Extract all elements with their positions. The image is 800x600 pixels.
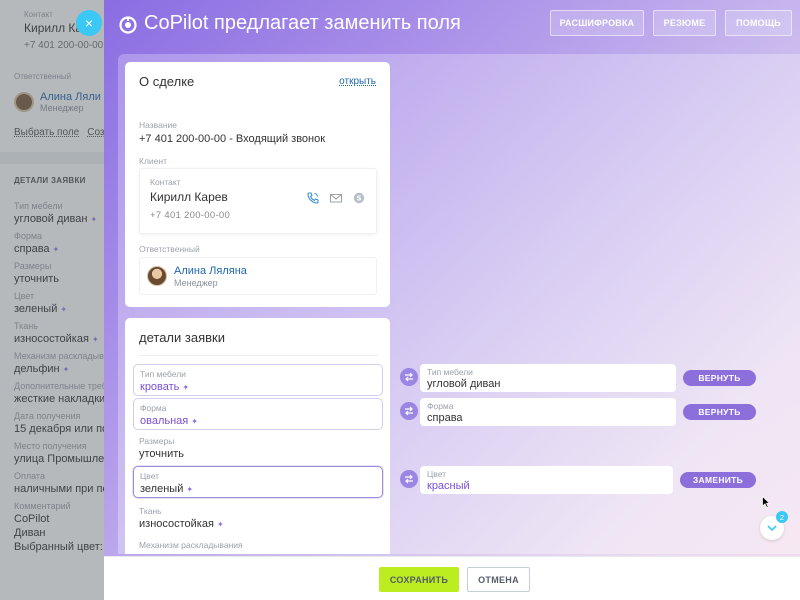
revert-button[interactable]: ВЕРНУТЬ	[683, 370, 756, 386]
summary-button[interactable]: РЕЗЮМЕ	[653, 10, 716, 36]
phone-icon[interactable]	[306, 191, 320, 205]
field-shape[interactable]: Форма овальная ✦	[133, 398, 383, 430]
suggestion-value: угловой диван	[427, 378, 501, 390]
suggestion-value: красный	[427, 480, 470, 492]
field-value: кровать ✦	[140, 381, 190, 393]
suggestion-furniture-type: Тип мебели угловой диван	[420, 364, 676, 392]
notification-badge: 2	[776, 511, 788, 523]
responsible-label: Ответственный	[139, 244, 200, 254]
swap-icon[interactable]	[400, 470, 418, 488]
field-color[interactable]: Цвет зеленый ✦	[133, 466, 383, 498]
transcript-button[interactable]: РАСШИФРОВКА	[550, 10, 644, 36]
mail-icon[interactable]	[329, 191, 343, 205]
responsible-role: Менеджер	[174, 277, 218, 288]
chevron-down-icon	[767, 525, 777, 532]
svg-text:S: S	[356, 195, 361, 203]
help-button[interactable]: ПОМОЩЬ	[725, 10, 792, 36]
field-value: зеленый ✦	[140, 483, 194, 495]
field-value: овальная ✦	[140, 415, 198, 427]
panel-header: CoPilot предлагает заменить поля РАСШИФР…	[104, 0, 800, 52]
replace-button[interactable]: ЗАМЕНИТЬ	[680, 472, 756, 488]
deal-name-value: +7 401 200-00-00 - Входящий звонок	[139, 133, 326, 145]
details-card-title: детали заявки	[139, 330, 225, 345]
deal-card: О сделке открыть Название +7 401 200-00-…	[125, 62, 390, 307]
field-label: Цвет	[140, 471, 160, 481]
mouse-cursor-icon	[762, 496, 770, 508]
suggestion-label: Цвет	[427, 469, 447, 479]
field-label: Размеры	[139, 436, 175, 446]
field-fabric[interactable]: Ткань износостойкая ✦	[133, 502, 383, 534]
suggestion-value: справа	[427, 412, 463, 424]
cancel-button[interactable]: ОТМЕНА	[467, 567, 530, 592]
dim-overlay	[0, 0, 104, 600]
sparkle-icon: ✦	[191, 417, 198, 426]
revert-button[interactable]: ВЕРНУТЬ	[683, 404, 756, 420]
field-label: Механизм раскладывания	[139, 540, 243, 550]
field-sizes[interactable]: Размеры уточнить	[133, 432, 383, 464]
suggestion-shape: Форма справа	[420, 398, 676, 426]
contact-phone: +7 401 200-00-00	[150, 210, 231, 221]
field-label: Ткань	[139, 506, 162, 516]
open-deal-link[interactable]: открыть	[339, 76, 376, 87]
details-card: детали заявки Тип мебели кровать ✦ Форма …	[125, 318, 390, 554]
swap-icon[interactable]	[400, 402, 418, 420]
copilot-logo-icon	[119, 16, 137, 34]
sparkle-icon: ✦	[186, 485, 194, 494]
field-label: Форма	[140, 403, 167, 413]
field-furniture-type[interactable]: Тип мебели кровать ✦	[133, 364, 383, 396]
suggestion-label: Тип мебели	[427, 367, 473, 377]
client-label: Клиент	[139, 156, 167, 166]
save-button[interactable]: СОХРАНИТЬ	[379, 567, 459, 592]
contact-label: Контакт	[150, 177, 181, 187]
contact-box: Контакт Кирилл Карев +7 401 200-00-00 S	[139, 168, 377, 234]
field-mechanism[interactable]: Механизм раскладывания	[133, 536, 383, 554]
panel-footer: СОХРАНИТЬ ОТМЕНА	[104, 556, 800, 600]
skype-icon[interactable]: S	[352, 191, 366, 205]
responsible-box: Алина Ляляна Менеджер	[139, 257, 377, 295]
suggestion-label: Форма	[427, 401, 454, 411]
copilot-panel: CoPilot предлагает заменить поля РАСШИФР…	[104, 0, 800, 600]
suggestion-color: Цвет красный	[420, 466, 673, 494]
field-value: уточнить	[139, 448, 185, 460]
close-icon[interactable]: ×	[76, 10, 102, 36]
field-value: износостойкая ✦	[139, 518, 224, 530]
background-page: Контакт Кирилл Кар +7 401 200-00-00 Отве…	[0, 0, 104, 600]
avatar	[147, 266, 167, 286]
field-label: Тип мебели	[140, 369, 186, 379]
responsible-name[interactable]: Алина Ляляна	[174, 265, 247, 277]
sparkle-icon: ✦	[216, 520, 224, 529]
swap-icon[interactable]	[400, 368, 418, 386]
panel-title: CoPilot предлагает заменить поля	[144, 12, 461, 34]
sparkle-icon: ✦	[182, 383, 190, 392]
work-area: О сделке открыть Название +7 401 200-00-…	[118, 54, 800, 554]
deal-name-label: Название	[139, 120, 177, 130]
